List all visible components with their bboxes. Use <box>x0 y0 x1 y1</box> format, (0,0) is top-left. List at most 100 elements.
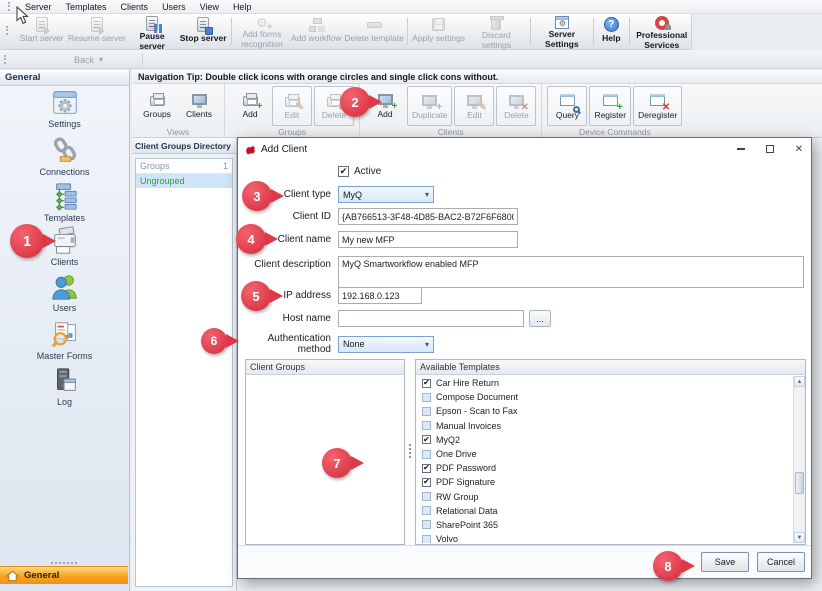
sidebar-item-connections[interactable]: Connections <box>0 136 129 177</box>
template-checkbox[interactable]: ✔ <box>422 520 431 529</box>
apply-settings-icon <box>432 16 445 33</box>
professional-services-button[interactable]: Professional Services <box>632 14 691 49</box>
template-checkbox[interactable]: ✔ <box>422 379 431 388</box>
template-item[interactable]: ✔ MyQ2 <box>417 433 792 447</box>
template-item[interactable]: ✔ PDF Password <box>417 461 792 475</box>
stop-server-button[interactable]: Stop server <box>178 14 228 49</box>
client-id-field[interactable] <box>338 208 518 225</box>
template-item[interactable]: ✔ Relational Data <box>417 504 792 518</box>
menu-clients[interactable]: Clients <box>114 2 156 12</box>
active-checkbox-row[interactable]: ✔ Active <box>338 166 381 177</box>
available-templates-panel: Available Templates ✔ Car Hire Return ✔ … <box>415 359 806 545</box>
client-groups-directory-header: Client Groups Directory <box>132 138 236 154</box>
device-register-button[interactable]: + Register <box>589 86 631 126</box>
add-client-dialog: Add Client ✕ ✔ Active Client type MyQ ▾ … <box>237 137 812 579</box>
client-type-dropdown[interactable]: MyQ ▾ <box>338 186 434 203</box>
client-duplicate-button[interactable]: + Duplicate <box>407 86 452 126</box>
active-label: Active <box>354 166 381 177</box>
template-checkbox[interactable]: ✔ <box>422 450 431 459</box>
dialog-title-bar[interactable]: Add Client ✕ <box>238 138 811 160</box>
template-item[interactable]: ✔ Epson - Scan to Fax <box>417 404 792 418</box>
group-row-ungrouped[interactable]: Ungrouped <box>136 174 232 188</box>
device-register-icon: + <box>603 89 618 109</box>
host-name-label: Host name <box>238 313 331 324</box>
sidebar-splitter[interactable] <box>0 560 128 565</box>
device-deregister-button[interactable]: ✕ Deregister <box>633 86 682 126</box>
sidebar-item-master-forms[interactable]: Master Forms <box>0 320 129 361</box>
resume-server-button[interactable]: Resume server <box>68 14 127 49</box>
ip-address-field[interactable] <box>338 287 422 304</box>
template-checkbox[interactable]: ✔ <box>422 435 431 444</box>
delete-template-button[interactable]: Delete template <box>344 14 404 49</box>
template-checkbox[interactable]: ✔ <box>422 478 431 487</box>
views-groups-button[interactable]: Groups <box>137 86 177 126</box>
group-edit-button[interactable]: ✎ Edit <box>272 86 312 126</box>
menu-help[interactable]: Help <box>226 2 259 12</box>
views-clients-button[interactable]: Clients <box>179 86 219 126</box>
template-checkbox[interactable]: ✔ <box>422 407 431 416</box>
template-checkbox[interactable]: ✔ <box>422 393 431 402</box>
scroll-down-icon[interactable]: ▼ <box>794 532 805 543</box>
template-item[interactable]: ✔ Car Hire Return <box>417 376 792 390</box>
scroll-up-icon[interactable]: ▲ <box>794 376 805 387</box>
template-item[interactable]: ✔ Manual Invoices <box>417 419 792 433</box>
template-checkbox[interactable]: ✔ <box>422 421 431 430</box>
discard-settings-icon <box>491 16 501 30</box>
group-add-button[interactable]: + Add <box>230 86 270 126</box>
client-description-row: Client description MyQ Smartworkflow ena… <box>238 256 804 288</box>
pause-server-button[interactable]: Pause server <box>126 14 178 49</box>
apply-settings-button[interactable]: Apply settings <box>411 14 466 49</box>
templates-scrollbar[interactable]: ▲ ▼ <box>793 376 805 543</box>
host-name-field[interactable] <box>338 310 524 327</box>
panel-splitter[interactable] <box>407 359 413 545</box>
template-checkbox[interactable]: ✔ <box>422 464 431 473</box>
client-description-field[interactable]: MyQ Smartworkflow enabled MFP <box>338 256 804 288</box>
sidebar-item-settings[interactable]: Settings <box>0 86 129 129</box>
client-edit-icon: ✎ <box>467 89 482 109</box>
host-name-browse-button[interactable]: ... <box>529 310 551 327</box>
template-checkbox[interactable]: ✔ <box>422 506 431 515</box>
device-deregister-icon: ✕ <box>650 89 665 109</box>
settings-icon <box>49 88 81 118</box>
sidebar-item-users[interactable]: Users <box>0 272 129 313</box>
client-id-row: Client ID <box>238 208 518 225</box>
scrollbar-thumb[interactable] <box>795 472 804 494</box>
client-name-field[interactable] <box>338 231 518 248</box>
sidebar-item-templates[interactable]: Templates <box>0 182 129 223</box>
back-button[interactable]: Back ▾ <box>68 52 109 67</box>
authentication-method-dropdown[interactable]: None ▾ <box>338 336 434 353</box>
client-delete-button[interactable]: ✕ Delete <box>496 86 536 126</box>
template-item[interactable]: ✔ PDF Signature <box>417 475 792 489</box>
client-groups-panel-header: Client Groups <box>246 360 404 375</box>
authentication-method-row: Authentication method None ▾ <box>238 333 434 355</box>
save-button[interactable]: Save <box>701 552 749 572</box>
template-checkbox[interactable]: ✔ <box>422 492 431 501</box>
help-button[interactable]: ? Help <box>597 14 625 49</box>
menu-templates[interactable]: Templates <box>59 2 114 12</box>
sidebar-footer-general[interactable]: General <box>0 566 128 584</box>
menu-users[interactable]: Users <box>155 2 193 12</box>
server-settings-button[interactable]: ⚙ Server Settings <box>533 14 590 49</box>
sidebar-item-log[interactable]: Log <box>0 366 129 407</box>
template-item[interactable]: ✔ SharePoint 365 <box>417 518 792 532</box>
template-item[interactable]: ✔ One Drive <box>417 447 792 461</box>
maximize-icon[interactable] <box>764 142 776 156</box>
client-edit-button[interactable]: ✎ Edit <box>454 86 494 126</box>
template-item[interactable]: ✔ Volvo <box>417 532 792 543</box>
close-icon[interactable]: ✕ <box>793 142 805 156</box>
minimize-icon[interactable] <box>735 142 747 156</box>
device-query-button[interactable]: Query <box>547 86 587 126</box>
template-checkbox[interactable]: ✔ <box>422 535 431 543</box>
menu-view[interactable]: View <box>193 2 226 12</box>
add-forms-recognition-button[interactable]: ⚙+ Add forms recognition <box>235 14 289 49</box>
clients-view-icon <box>192 88 207 108</box>
cancel-button[interactable]: Cancel <box>757 552 805 572</box>
template-item[interactable]: ✔ Compose Document <box>417 390 792 404</box>
active-checkbox[interactable]: ✔ <box>338 166 349 177</box>
server-start-icon <box>36 16 48 33</box>
template-item[interactable]: ✔ RW Group <box>417 490 792 504</box>
discard-settings-button[interactable]: Discard settings <box>466 14 526 49</box>
add-workflow-button[interactable]: Add workflow <box>289 14 344 49</box>
groups-column-header[interactable]: Groups 1 <box>136 159 232 174</box>
toolbar-grip <box>8 2 12 11</box>
